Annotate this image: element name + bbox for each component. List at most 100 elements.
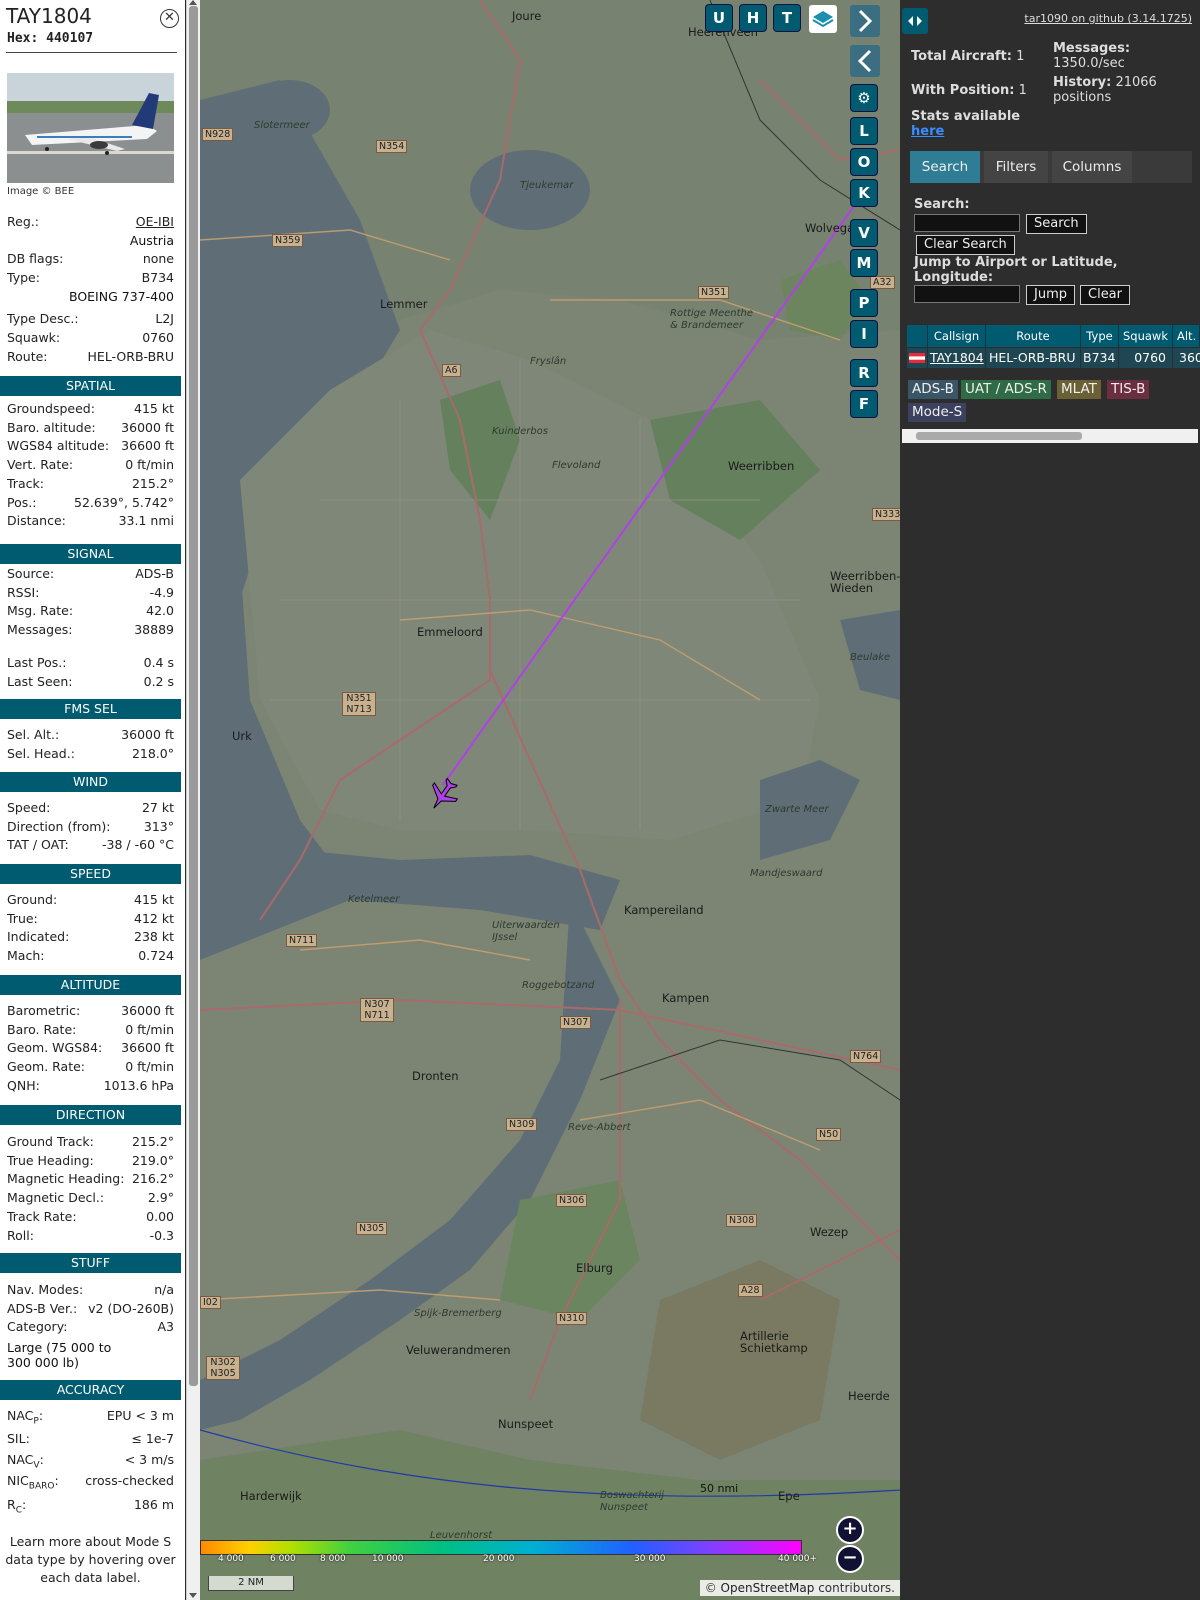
section-accuracy[interactable]: ACCURACY	[0, 1380, 181, 1400]
section-spatial[interactable]: SPATIAL	[0, 376, 181, 396]
map-button-m[interactable]: M	[851, 250, 877, 276]
clear-button[interactable]: Clear	[1080, 285, 1130, 305]
jump-input[interactable]	[914, 285, 1020, 303]
info-scrollbar[interactable]	[186, 0, 201, 1600]
zoom-in-button[interactable]: +	[836, 1516, 864, 1544]
reg-link[interactable]: OE-IBI	[136, 213, 174, 231]
search-button[interactable]: Search	[1026, 214, 1087, 234]
wind-label[interactable]: Direction (from):	[7, 818, 111, 836]
row-route[interactable]: HEL-ORB-BRU	[986, 348, 1080, 368]
tab-filters[interactable]: Filters	[984, 151, 1048, 183]
map-button-f[interactable]: F	[851, 391, 877, 417]
zoom-out-button[interactable]: −	[836, 1545, 864, 1573]
section-signal[interactable]: SIGNAL	[0, 544, 181, 564]
speed-label[interactable]: Ground:	[7, 891, 57, 909]
spatial-label[interactable]: WGS84 altitude:	[7, 437, 109, 455]
accuracy-label[interactable]: SIL:	[7, 1430, 30, 1454]
row-squawk[interactable]: 0760	[1119, 348, 1172, 368]
section-speed[interactable]: SPEED	[0, 864, 181, 884]
github-link[interactable]: tar1090 on github (3.14.1725)	[1024, 12, 1192, 25]
signal-label[interactable]: Last Pos.:	[7, 654, 66, 672]
signal-label[interactable]: Messages:	[7, 621, 73, 639]
fms-label[interactable]: Sel. Alt.:	[7, 726, 59, 744]
speed-label[interactable]: True:	[7, 910, 38, 928]
jump-button[interactable]: Jump	[1026, 285, 1075, 305]
scroll-thumb[interactable]	[189, 6, 198, 1386]
aircraft-photo[interactable]	[7, 73, 174, 183]
map-button-l[interactable]: L	[851, 118, 877, 144]
map-button-t[interactable]: T	[774, 5, 800, 31]
scroll-down-icon[interactable]	[189, 1593, 197, 1598]
spatial-label[interactable]: Baro. altitude:	[7, 419, 96, 437]
direction-label[interactable]: Track Rate:	[7, 1208, 77, 1226]
altitude-color-legend[interactable]	[200, 1540, 802, 1555]
section-direction[interactable]: DIRECTION	[0, 1105, 181, 1125]
callsign-column-header[interactable]: Callsign	[928, 325, 986, 347]
signal-label[interactable]: Source:	[7, 565, 54, 583]
spatial-label[interactable]: Pos.:	[7, 494, 36, 512]
map-button-r[interactable]: R	[851, 360, 877, 386]
accuracy-label[interactable]: RC:	[7, 1496, 26, 1520]
row-alt[interactable]: 36000	[1173, 348, 1200, 368]
map-button-u[interactable]: U	[706, 5, 732, 31]
section-wind[interactable]: WIND	[0, 772, 181, 792]
wind-label[interactable]: Speed:	[7, 799, 50, 817]
speed-label[interactable]: Mach:	[7, 947, 44, 965]
flag-column-header[interactable]	[907, 325, 928, 347]
altitude-label[interactable]: Geom. Rate:	[7, 1058, 85, 1076]
fms-label[interactable]: Sel. Head.:	[7, 745, 75, 763]
signal-label[interactable]: RSSI:	[7, 584, 39, 602]
spatial-label[interactable]: Distance:	[7, 512, 66, 530]
direction-label[interactable]: Magnetic Heading:	[7, 1170, 124, 1188]
alt-column-header[interactable]: Alt.	[1173, 325, 1200, 347]
map-button-p[interactable]: P	[851, 290, 877, 316]
signal-label[interactable]: Last Seen:	[7, 673, 72, 691]
settings-gear-icon[interactable]: ⚙	[851, 85, 877, 111]
stats-here-link[interactable]: here	[911, 124, 944, 139]
source-chip-adsb[interactable]: ADS-B	[908, 380, 958, 399]
direction-label[interactable]: Roll:	[7, 1227, 34, 1245]
map-button-v[interactable]: V	[851, 220, 877, 246]
map-canvas[interactable]	[200, 0, 900, 1600]
altitude-label[interactable]: Barometric:	[7, 1002, 80, 1020]
toggle-sidebar-icon[interactable]	[902, 8, 928, 34]
stuff-label[interactable]: Category:	[7, 1318, 67, 1336]
direction-label[interactable]: Magnetic Decl.:	[7, 1189, 104, 1207]
route-column-header[interactable]: Route	[986, 325, 1081, 347]
altitude-label[interactable]: Geom. WGS84:	[7, 1039, 102, 1057]
clear-search-button[interactable]: Clear Search	[916, 235, 1015, 255]
speed-label[interactable]: Indicated:	[7, 928, 69, 946]
source-chip-modes[interactable]: Mode-S	[908, 403, 967, 422]
section-altitude[interactable]: ALTITUDE	[0, 975, 181, 995]
wind-label[interactable]: TAT / OAT:	[7, 836, 69, 854]
map-button-h[interactable]: H	[740, 5, 766, 31]
search-input[interactable]	[914, 214, 1020, 232]
altitude-label[interactable]: Baro. Rate:	[7, 1021, 76, 1039]
expand-right-icon[interactable]	[850, 5, 880, 37]
map-button-k[interactable]: K	[851, 180, 877, 206]
source-chip-mlat[interactable]: MLAT	[1057, 380, 1101, 399]
row-type[interactable]: B734	[1081, 348, 1118, 368]
osm-link[interactable]: OpenStreetMap	[721, 1581, 815, 1595]
hscroll-thumb[interactable]	[916, 432, 1082, 440]
stuff-label[interactable]: ADS-B Ver.:	[7, 1300, 77, 1318]
direction-label[interactable]: Ground Track:	[7, 1133, 94, 1151]
accuracy-label[interactable]: NACV:	[7, 1451, 44, 1475]
type-column-header[interactable]: Type	[1081, 325, 1119, 347]
spatial-label[interactable]: Track:	[7, 475, 44, 493]
section-stuff[interactable]: STUFF	[0, 1253, 181, 1273]
tab-columns[interactable]: Columns	[1052, 151, 1132, 183]
signal-label[interactable]: Msg. Rate:	[7, 602, 73, 620]
source-chip-uat[interactable]: UAT / ADS-R	[961, 380, 1051, 399]
altitude-label[interactable]: QNH:	[7, 1077, 40, 1095]
spatial-label[interactable]: Groundspeed:	[7, 400, 95, 418]
scroll-up-icon[interactable]	[189, 0, 197, 5]
close-icon[interactable]: ✕	[160, 9, 179, 28]
map-button-i[interactable]: I	[851, 321, 877, 347]
map-view[interactable]: Joure Heerenveen Wolvega Lemmer Emmeloord Urk…	[200, 0, 900, 1600]
tab-search[interactable]: Search	[910, 151, 980, 183]
direction-label[interactable]: True Heading:	[7, 1152, 94, 1170]
collapse-left-icon[interactable]	[850, 45, 880, 77]
spatial-label[interactable]: Vert. Rate:	[7, 456, 73, 474]
source-chip-tisb[interactable]: TIS-B	[1107, 380, 1150, 399]
